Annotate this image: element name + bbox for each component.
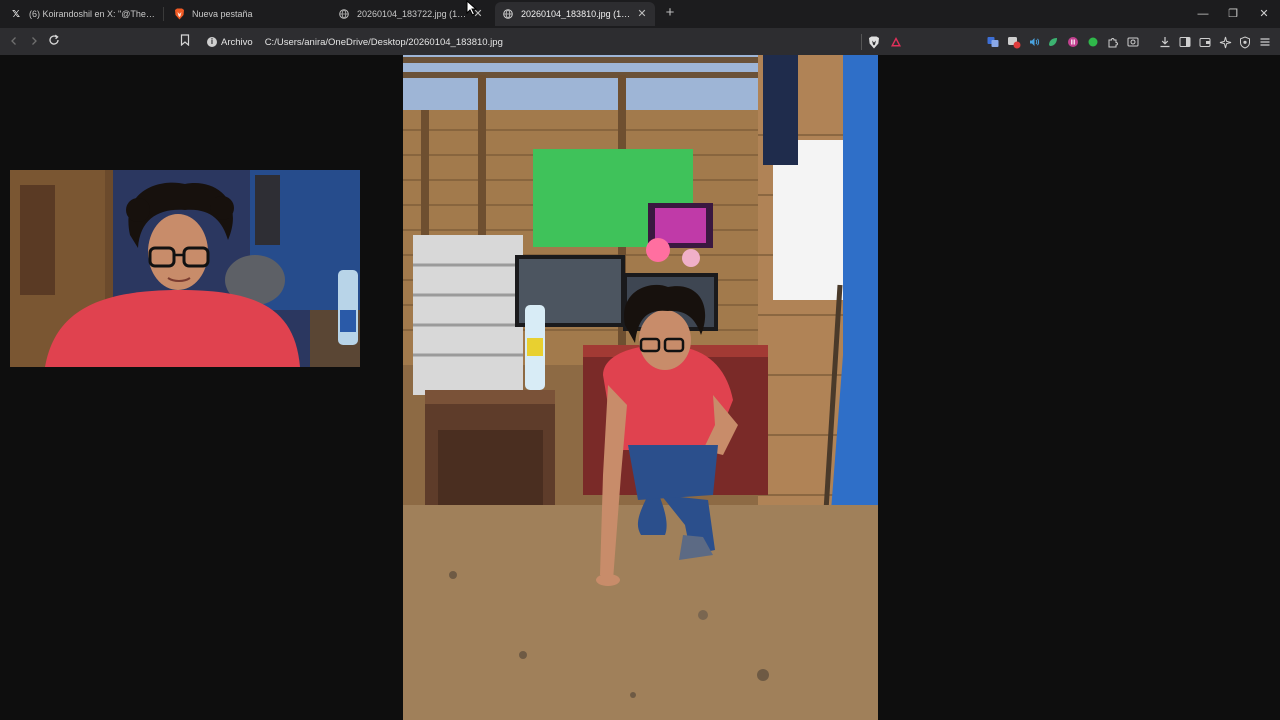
url-text[interactable]: C:/Users/anira/OneDrive/Desktop/20260104…	[265, 37, 503, 48]
close-window-button[interactable]: ✕	[1249, 4, 1279, 24]
brave-shields-icon[interactable]	[867, 35, 881, 49]
displayed-image	[403, 55, 878, 720]
tab-title: Nueva pestaña	[192, 9, 253, 19]
audio-extension-icon[interactable]	[1027, 35, 1041, 49]
green-dot-extension-icon[interactable]	[1086, 35, 1100, 49]
tab-image-183810[interactable]: 20260104_183810.jpg (12240×1 ✕	[495, 2, 655, 26]
info-icon[interactable]: i	[207, 37, 217, 47]
translate-icon[interactable]	[986, 35, 1000, 49]
restore-button[interactable]: ❐	[1218, 4, 1248, 24]
url-divider	[861, 34, 862, 50]
tab-separator	[163, 7, 164, 21]
menu-icon[interactable]	[1258, 35, 1272, 49]
green-extension-icon[interactable]	[1046, 35, 1060, 49]
close-tab-icon[interactable]: ✕	[635, 7, 649, 21]
mouse-cursor-icon	[466, 0, 478, 16]
tab-title: 20260104_183722.jpg (12240×	[357, 9, 467, 19]
reload-button[interactable]	[45, 33, 63, 51]
address-bar[interactable]: i Archivo C:/Users/anira/OneDrive/Deskto…	[200, 32, 860, 52]
bookmark-icon[interactable]	[176, 33, 194, 51]
new-tab-button[interactable]: +	[662, 5, 678, 21]
tab-x-koirandoshil[interactable]: 𝕏 (6) Koirandoshil en X: "@TheGrefg a	[4, 2, 160, 26]
globe-icon	[338, 8, 350, 20]
back-button[interactable]	[5, 33, 23, 51]
leo-ai-icon[interactable]	[1218, 35, 1232, 49]
url-scheme-label: Archivo	[221, 36, 253, 48]
screenshot-icon[interactable]	[1126, 35, 1140, 49]
tab-strip: 𝕏 (6) Koirandoshil en X: "@TheGrefg a Nu…	[0, 0, 1280, 28]
tab-new-tab[interactable]: Nueva pestaña	[167, 2, 327, 26]
brave-lion-icon	[173, 8, 185, 20]
tab-title: (6) Koirandoshil en X: "@TheGrefg a	[29, 9, 155, 19]
wallet-icon[interactable]	[1198, 35, 1212, 49]
extension-notification-icon[interactable]	[1007, 35, 1021, 49]
extensions-puzzle-icon[interactable]	[1106, 35, 1120, 49]
globe-icon	[502, 8, 514, 20]
sidebar-toggle-icon[interactable]	[1178, 35, 1192, 49]
minimize-button[interactable]: —	[1188, 4, 1218, 24]
webcam-overlay	[10, 170, 360, 367]
webcam-feed	[10, 170, 360, 367]
brave-rewards-icon[interactable]	[889, 35, 903, 49]
x-logo-icon: 𝕏	[11, 8, 21, 20]
vpn-shield-icon[interactable]	[1238, 35, 1252, 49]
pink-extension-icon[interactable]	[1066, 35, 1080, 49]
room-photo	[403, 55, 878, 720]
browser-toolbar: i Archivo C:/Users/anira/OneDrive/Deskto…	[0, 28, 1280, 55]
forward-button[interactable]	[25, 33, 43, 51]
download-icon[interactable]	[1158, 35, 1172, 49]
tab-title: 20260104_183810.jpg (12240×1	[521, 9, 635, 19]
